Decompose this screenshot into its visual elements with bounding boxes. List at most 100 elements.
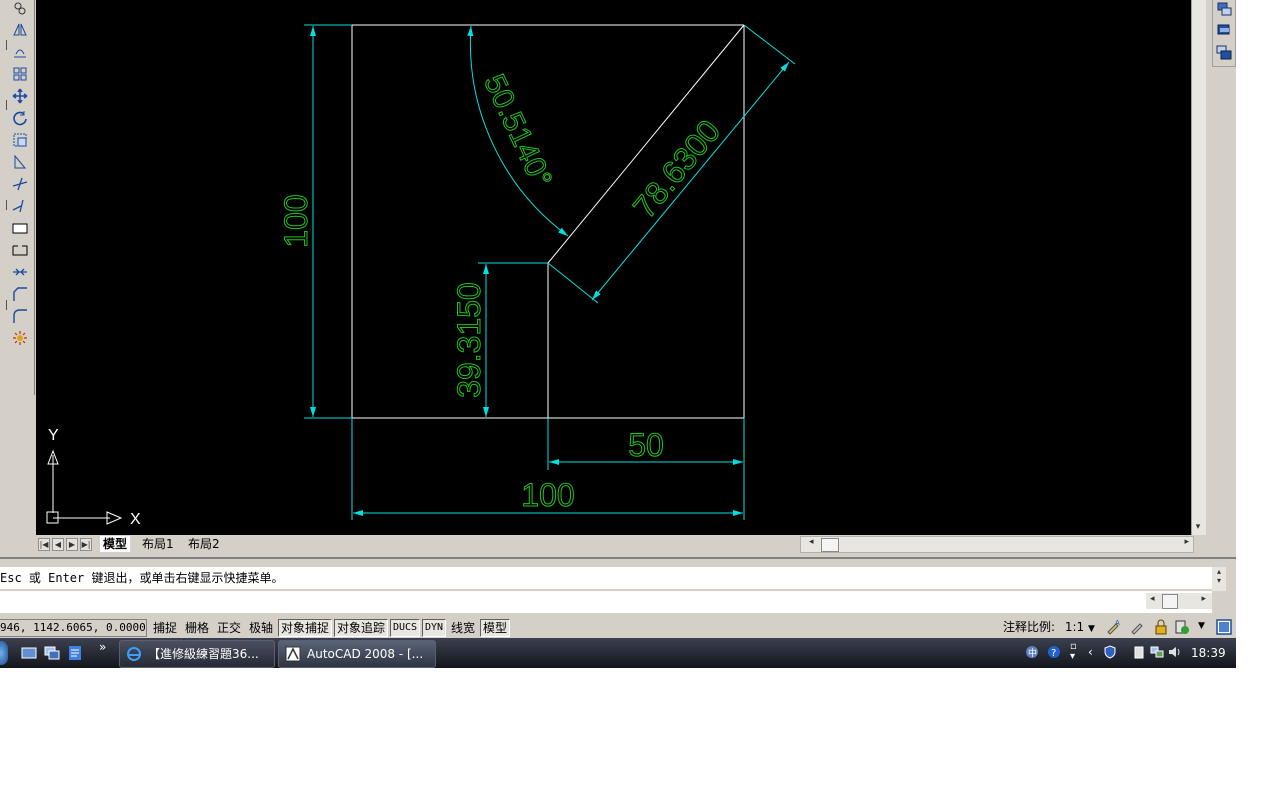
- break-at-point-icon[interactable]: [11, 219, 29, 237]
- coordinate-readout[interactable]: 946, 1142.6065, 0.0000: [0, 619, 147, 637]
- windows-taskbar: » 【進修級練習題36... AutoCAD 2008 - [... 中 ? ▫…: [0, 638, 1236, 668]
- vertical-scrollbar[interactable]: [1191, 0, 1206, 535]
- switch-windows-icon[interactable]: [44, 645, 60, 661]
- geometry: [351, 24, 745, 419]
- dim-text-overall-height: 100: [278, 194, 314, 247]
- quick-launch-more[interactable]: »: [99, 640, 106, 654]
- command-input[interactable]: [0, 591, 1212, 613]
- annotation-visibility-icon[interactable]: A: [1106, 619, 1122, 635]
- ucs-x-label: X: [130, 511, 141, 528]
- dimension-lines: [304, 24, 796, 520]
- scroll-down-arrow-icon[interactable]: ▾: [1191, 520, 1205, 535]
- next-tab-button[interactable]: ▶: [66, 538, 78, 551]
- drawing-canvas[interactable]: Y X 100 39.3150 50 100 78.6300 50.5140°: [36, 0, 1191, 535]
- clean-screen-icon[interactable]: [1216, 619, 1232, 635]
- polar-toggle[interactable]: 极轴: [246, 619, 276, 637]
- draw-order-toolbar: [1212, 0, 1236, 67]
- dim-text-diagonal-length: 78.6300: [626, 113, 727, 225]
- offset-icon[interactable]: [11, 43, 29, 61]
- start-button[interactable]: [0, 641, 8, 665]
- annotation-scale-value[interactable]: 1:1: [1065, 620, 1084, 634]
- lock-icon[interactable]: [1153, 619, 1169, 635]
- array-icon[interactable]: [11, 65, 29, 83]
- tab-layout1[interactable]: 布局1: [139, 536, 177, 552]
- move-icon[interactable]: [11, 87, 29, 105]
- scroll-right-arrow-icon[interactable]: ▸: [1201, 594, 1206, 604]
- dim-text-inner-height: 39.3150: [451, 282, 487, 398]
- first-tab-button[interactable]: |◀: [38, 538, 50, 551]
- device-icon[interactable]: [1132, 645, 1146, 659]
- scroll-right-arrow-icon[interactable]: ▸: [1184, 537, 1189, 547]
- command-scrollbar[interactable]: ▴ ▾: [1212, 567, 1226, 591]
- snap-toggle[interactable]: 捕捉: [150, 619, 180, 637]
- last-tab-button[interactable]: ▶|: [80, 538, 92, 551]
- dim-text-angle: 50.5140°: [477, 69, 558, 192]
- taskbar-item-autocad[interactable]: AutoCAD 2008 - [...: [278, 640, 436, 668]
- status-bar: 946, 1142.6065, 0.0000 捕捉 栅格 正交 极轴 对象捕捉 …: [0, 617, 1236, 638]
- prev-tab-button[interactable]: ◀: [52, 538, 64, 551]
- lineweight-toggle[interactable]: 线宽: [448, 619, 478, 637]
- tab-model[interactable]: 模型: [100, 536, 131, 552]
- send-to-back-icon[interactable]: [1215, 22, 1233, 40]
- rotate-icon[interactable]: [11, 109, 29, 127]
- model-toggle[interactable]: 模型: [480, 619, 511, 637]
- extend-icon[interactable]: [11, 197, 29, 215]
- ime-icon[interactable]: 中: [1025, 645, 1039, 659]
- taskbar-item-browser[interactable]: 【進修級練習題36...: [119, 640, 275, 668]
- ucs-y-label: Y: [48, 427, 59, 444]
- show-hidden-icons-icon[interactable]: ‹: [1088, 645, 1093, 659]
- grid-toggle[interactable]: 栅格: [182, 619, 212, 637]
- scroll-left-arrow-icon[interactable]: ◂: [1150, 594, 1155, 604]
- drawing-svg: Y X 100 39.3150 50 100 78.6300 50.5140°: [46, 24, 796, 528]
- mirror-icon[interactable]: [11, 21, 29, 39]
- clock[interactable]: 18:39: [1191, 638, 1226, 668]
- bring-above-icon[interactable]: [1215, 44, 1233, 62]
- autocad-window: Y X 100 39.3150 50 100 78.6300 50.5140° …: [0, 0, 1236, 668]
- toolbar-edge: [0, 100, 7, 110]
- copy-icon[interactable]: [11, 0, 29, 18]
- command-window: Esc 或 Enter 键退出，或单击右键显示快捷菜单。 ▴ ▾ ◂ ▸: [0, 557, 1236, 617]
- help-icon[interactable]: ?: [1047, 645, 1061, 659]
- scrollbar-thumb[interactable]: [1162, 594, 1178, 609]
- communication-center-icon[interactable]: [1174, 619, 1190, 635]
- ducs-toggle[interactable]: DUCS: [390, 619, 421, 637]
- chevron-down-icon[interactable]: ▼: [1198, 621, 1205, 631]
- show-desktop-icon[interactable]: [21, 645, 37, 661]
- break-icon[interactable]: [11, 241, 29, 259]
- dim-line-diagonal: [591, 61, 790, 301]
- scrollbar-thumb[interactable]: [821, 538, 839, 552]
- toolbar-edge: [0, 40, 7, 50]
- command-history-line: Esc 或 Enter 键退出，或单击右键显示快捷菜单。: [0, 567, 1212, 589]
- annotation-scale[interactable]: 注释比例: 1:1 ▼: [1003, 619, 1095, 635]
- command-horizontal-scrollbar[interactable]: ◂ ▸: [1146, 593, 1212, 609]
- shield-icon[interactable]: [1103, 645, 1117, 659]
- otrack-toggle[interactable]: 对象追踪: [334, 619, 389, 637]
- volume-icon[interactable]: [1168, 645, 1182, 659]
- auto-scale-icon[interactable]: [1130, 619, 1146, 635]
- dyn-toggle[interactable]: DYN: [422, 619, 447, 637]
- horizontal-scrollbar[interactable]: ◂ ▸: [800, 536, 1194, 553]
- osnap-toggle[interactable]: 对象捕捉: [278, 619, 333, 637]
- join-icon[interactable]: [11, 263, 29, 281]
- ext-line: [743, 24, 796, 65]
- ortho-toggle[interactable]: 正交: [214, 619, 244, 637]
- network-icon[interactable]: [1150, 645, 1164, 659]
- stretch-icon[interactable]: [11, 153, 29, 171]
- scale-icon[interactable]: [11, 131, 29, 149]
- svg-text:?: ?: [1051, 648, 1056, 659]
- chamfer-icon[interactable]: [11, 285, 29, 303]
- svg-text:中: 中: [1028, 647, 1037, 659]
- explode-icon[interactable]: [11, 329, 29, 347]
- fillet-icon[interactable]: [11, 307, 29, 325]
- dim-text-inner-width: 50: [628, 427, 664, 463]
- scroll-left-arrow-icon[interactable]: ◂: [809, 537, 814, 547]
- chevron-down-icon[interactable]: ▼: [1088, 624, 1095, 634]
- tab-layout2[interactable]: 布局2: [185, 536, 223, 552]
- trim-icon[interactable]: [11, 175, 29, 193]
- quick-launch-app-icon[interactable]: [67, 645, 83, 661]
- autocad-icon: [285, 646, 301, 662]
- taskbar-item-label: 【進修級練習題36...: [148, 647, 259, 661]
- taskbar-item-label: AutoCAD 2008 - [...: [307, 647, 424, 661]
- language-bar-options-icon[interactable]: ▫ ▾: [1070, 642, 1077, 662]
- bring-to-front-icon[interactable]: [1215, 0, 1233, 18]
